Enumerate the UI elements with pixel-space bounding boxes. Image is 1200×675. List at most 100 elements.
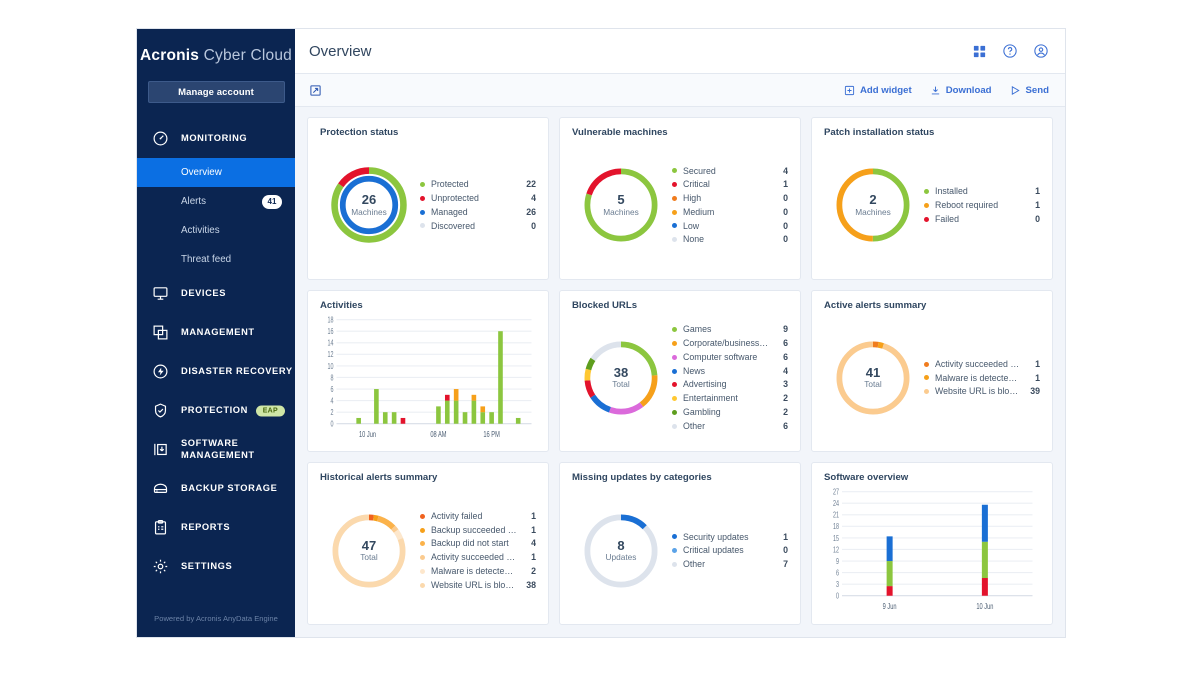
plus-box-icon [844, 85, 855, 96]
svg-text:21: 21 [833, 512, 839, 520]
legend-item: None0 [672, 233, 788, 246]
legend-value: 2 [776, 392, 788, 405]
legend-item: Critical updates0 [672, 544, 788, 557]
widget-protection-status[interactable]: Protection status 26 Machines Protected2… [307, 117, 549, 280]
activities-chart: 02468101214161810 Jun08 AM16 PM [320, 313, 536, 444]
sidebar-item-monitoring[interactable]: MONITORING [137, 119, 295, 158]
widget-title: Software overview [824, 472, 1040, 483]
legend-label: Managed [431, 206, 524, 219]
legend-dot [672, 562, 677, 567]
sidebar-item-protection[interactable]: PROTECTION EAP [137, 391, 295, 430]
legend-dot [924, 375, 929, 380]
legend-label: Installed [935, 185, 1028, 198]
legend-dot [672, 168, 677, 173]
widget-title: Activities [320, 300, 536, 311]
grid-apps-icon[interactable] [972, 44, 987, 59]
legend-dot [672, 182, 677, 187]
svg-text:10 Jun: 10 Jun [359, 430, 376, 439]
widget-active-alerts-summary[interactable]: Active alerts summary 41 Total Activity … [811, 290, 1053, 453]
legend-value: 6 [776, 337, 788, 350]
send-button[interactable]: Send [1010, 85, 1049, 96]
legend-label: Other [683, 420, 776, 433]
manage-account-button[interactable]: Manage account [148, 81, 285, 103]
sidebar-item-label: DEVICES [181, 288, 226, 300]
sidebar-item-reports[interactable]: REPORTS [137, 508, 295, 547]
widget-activities[interactable]: Activities 02468101214161810 Jun08 AM16 … [307, 290, 549, 453]
legend-value: 22 [524, 178, 536, 191]
legend-item: Discovered0 [420, 220, 536, 233]
widget-historical-alerts-summary[interactable]: Historical alerts summary 47 Total Activ… [307, 462, 549, 625]
svg-text:10: 10 [328, 363, 334, 371]
widget-grid: Protection status 26 Machines Protected2… [295, 107, 1065, 637]
legend-value: 4 [776, 165, 788, 178]
legend-dot [672, 382, 677, 387]
legend-label: Activity failed [431, 510, 524, 523]
download-button[interactable]: Download [930, 85, 992, 96]
sidebar-item-devices[interactable]: DEVICES [137, 274, 295, 313]
account-circle-icon[interactable] [1033, 43, 1049, 59]
legend-value: 1 [776, 531, 788, 544]
sidebar-item-backup-storage[interactable]: BACKUP STORAGE [137, 469, 295, 508]
legend-value: 0 [776, 233, 788, 246]
help-circle-icon[interactable] [1002, 43, 1018, 59]
legend-label: Corporate/business w... [683, 337, 776, 350]
sidebar-item-label: BACKUP STORAGE [181, 483, 277, 495]
svg-text:8: 8 [331, 374, 334, 382]
acronis-cyber-cloud-window: Acronis Cyber Cloud Manage account MONIT… [136, 28, 1066, 638]
protection-status-donut: 26 Machines [328, 164, 410, 246]
widget-missing-updates-by-categories[interactable]: Missing updates by categories 8 Updates … [559, 462, 801, 625]
sidebar-item-threat-feed[interactable]: Threat feed [137, 245, 295, 274]
legend: Activity failed1Backup succeeded w...1Ba… [420, 510, 536, 592]
legend-label: Advertising [683, 378, 776, 391]
add-widget-button[interactable]: Add widget [844, 85, 912, 96]
legend-value: 26 [524, 206, 536, 219]
legend-value: 6 [776, 420, 788, 433]
legend-label: Protected [431, 178, 524, 191]
legend-dot [420, 210, 425, 215]
legend-value: 2 [776, 406, 788, 419]
widget-vulnerable-machines[interactable]: Vulnerable machines 5 Machines Secured4C… [559, 117, 801, 280]
legend-dot [924, 362, 929, 367]
disk-icon [149, 478, 171, 500]
legend-item: Reboot required1 [924, 199, 1040, 212]
sidebar-item-software-management[interactable]: SOFTWARE MANAGEMENT [137, 430, 295, 469]
legend-item: Entertainment2 [672, 392, 788, 405]
legend-value: 1 [1028, 358, 1040, 371]
svg-text:18: 18 [328, 316, 334, 324]
sidebar-item-activities[interactable]: Activities [137, 216, 295, 245]
legend-dot [672, 548, 677, 553]
svg-text:0: 0 [836, 593, 839, 601]
sidebar-item-management[interactable]: MANAGEMENT [137, 313, 295, 352]
vulnerable-machines-donut: 5 Machines [580, 164, 662, 246]
legend: Security updates1Critical updates0Other7 [672, 531, 788, 571]
legend-value: 0 [776, 544, 788, 557]
sidebar-item-disaster-recovery[interactable]: DISASTER RECOVERY [137, 352, 295, 391]
sidebar-item-alerts[interactable]: Alerts 41 [137, 187, 295, 216]
toolbar-action-label: Download [946, 85, 992, 96]
widget-blocked-urls[interactable]: Blocked URLs 38 Total Games9Corporate/bu… [559, 290, 801, 453]
legend-label: Secured [683, 165, 776, 178]
sidebar-item-overview[interactable]: Overview [137, 158, 295, 187]
page-title: Overview [309, 43, 372, 60]
sidebar-item-label: MONITORING [181, 133, 247, 145]
sidebar: Acronis Cyber Cloud Manage account MONIT… [137, 29, 295, 637]
sidebar-item-label: Overview [181, 167, 222, 178]
svg-text:4: 4 [331, 397, 334, 405]
expand-widget-icon[interactable] [309, 84, 322, 97]
widget-software-overview[interactable]: Software overview 03691215182124279 Jun1… [811, 462, 1053, 625]
toolbar: Add widget Download [295, 74, 1065, 107]
patch-installation-donut: 2 Machines [832, 164, 914, 246]
legend-value: 0 [776, 192, 788, 205]
legend-dot [672, 410, 677, 415]
toolbar-actions: Add widget Download [844, 85, 1049, 96]
legend-value: 4 [524, 192, 536, 205]
legend-value: 1 [776, 178, 788, 191]
widget-title: Missing updates by categories [572, 472, 788, 483]
sidebar-item-settings[interactable]: SETTINGS [137, 547, 295, 586]
legend-dot [420, 583, 425, 588]
legend-dot [924, 189, 929, 194]
legend-label: Entertainment [683, 392, 776, 405]
legend-dot [420, 541, 425, 546]
widget-patch-installation-status[interactable]: Patch installation status 2 Machines Ins… [811, 117, 1053, 280]
legend-dot [420, 196, 425, 201]
